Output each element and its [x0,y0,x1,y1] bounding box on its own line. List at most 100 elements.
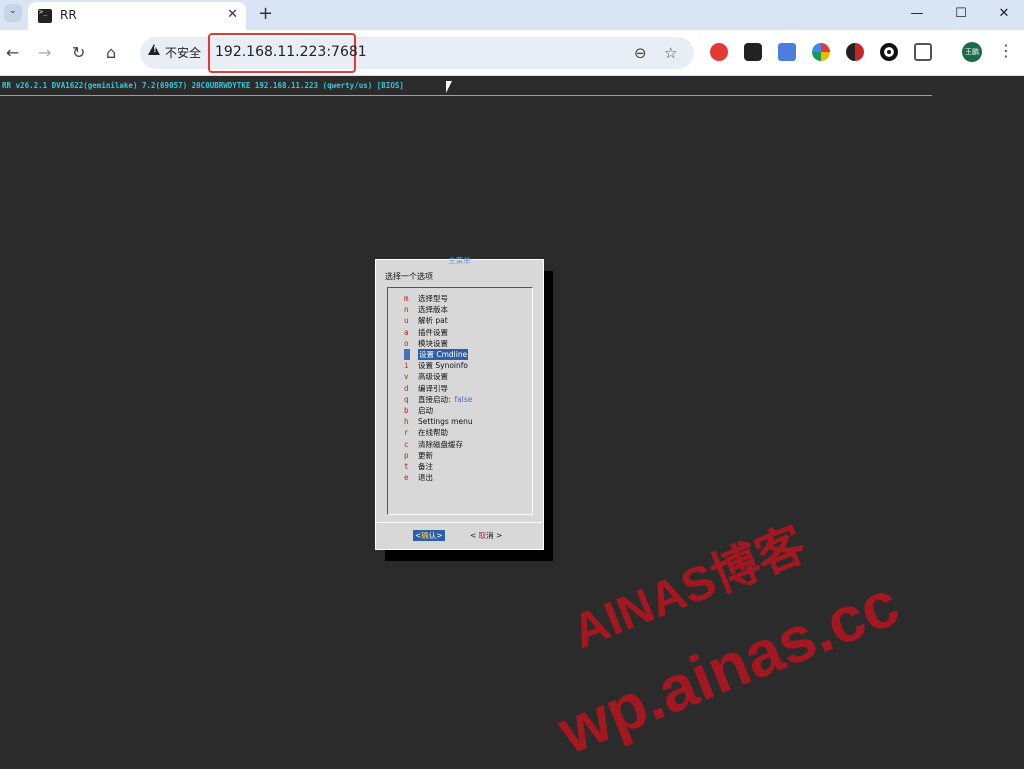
half-dark-extension-icon[interactable] [846,43,864,61]
menu-item[interactable]: b 启动 [388,405,532,416]
menu-item[interactable]: d 编译引导 [388,383,532,394]
warning-icon [148,44,160,55]
menu-item-label: Settings menu [418,416,473,427]
menu-item-label: 解析 pat [418,315,448,326]
ok-button[interactable]: <确认> [413,530,445,541]
tab-bar: ⌄ RR ✕ + — ☐ ✕ [0,0,1024,30]
browser-toolbar: ← → ↻ ⌂ 不安全 192.168.11.223:7681 ⊖ ☆ 王鹏 ⋮ [0,30,1024,76]
dialog-title: 主菜单 [448,256,471,265]
menu-item-label: 选择型号 [418,293,448,304]
minimize-button[interactable]: — [897,2,937,26]
colorful-extension-icon[interactable] [812,43,830,61]
dialog-prompt: 选择一个选项 [385,272,433,281]
menu-item-text: 备注 [418,462,433,471]
mouse-cursor-icon [446,81,452,93]
menu-item-text: 插件设置 [418,327,448,337]
menu-item[interactable]: m 选择型号 [388,293,532,304]
menu-item-label: 备注 [418,461,433,472]
translate-extension-icon[interactable] [778,43,796,61]
menu-item-label: 在线帮助 [418,427,448,438]
menu-item-label: 直接启动: false [418,394,472,405]
main-menu-dialog: 主菜单 选择一个选项 m 选择型号 n 选择版本 u 解析 pat a 插件设置 o 模块设置 x 设… [375,256,544,550]
menu-item-hotkey: c [404,439,409,449]
circle-extension-icon[interactable] [880,43,898,61]
menu-item[interactable]: u 解析 pat [388,315,532,326]
menu-item[interactable]: c 清除磁盘缓存 [388,439,532,450]
menu-item-hotkey: b [404,406,409,415]
menu-item-label: 高级设置 [418,371,448,382]
avatar[interactable]: 王鹏 [962,42,982,62]
menu-item-hotkey: n [404,305,409,315]
menu-item[interactable]: p 更新 [388,450,532,461]
menu-item-label: 模块设置 [418,338,448,349]
menu-item-label: 启动 [418,405,433,416]
url-text[interactable]: 192.168.11.223:7681 [215,44,367,60]
menu-item[interactable]: o 模块设置 [388,338,532,349]
menu-item-label: 设置 Cmdline [418,349,469,360]
menu-item[interactable]: n 选择版本 [388,304,532,315]
new-tab-button[interactable]: + [258,3,273,24]
menu-item-text: 高级设置 [418,372,448,382]
menu-item-hotkey: m [404,294,409,303]
terminal-favicon-icon [38,8,52,23]
reload-button[interactable]: ↻ [72,43,85,62]
menu-item-text: 在线帮助 [418,428,448,438]
dark-extension-icon[interactable] [744,43,762,61]
maximize-button[interactable]: ☐ [941,2,981,26]
menu-item-text: 设置 Synoinfo [418,361,468,371]
cancel-button[interactable]: < 取消 > [470,530,502,541]
ok-label: 认> [428,531,443,540]
menu-item[interactable]: i 设置 Synoinfo [388,360,532,371]
tab-title: RR [60,8,77,22]
menu-item-hotkey: e [404,473,409,483]
menu-item-label: 插件设置 [418,327,448,338]
chevron-down-icon: ⌄ [9,6,17,16]
zoom-icon[interactable]: ⊖ [634,44,647,62]
menu-item[interactable]: v 高级设置 [388,371,532,382]
menu-item-label: 设置 Synoinfo [418,360,468,371]
menu-item-hotkey: o [404,338,409,348]
menu-item-hotkey: h [404,417,409,427]
menu-item-value: false [454,394,473,404]
menu-item-label: 退出 [418,472,433,483]
menu-item-hotkey: u [404,316,409,326]
menu-item[interactable]: q 直接启动: false [388,394,532,405]
menu-item-text: 选择型号 [418,294,448,303]
menu-item-label: 编译引导 [418,383,448,394]
menu-item[interactable]: a 插件设置 [388,327,532,338]
menu-item[interactable]: x 设置 Cmdline [388,349,532,360]
red-extension-icon[interactable] [710,43,728,61]
menu-item[interactable]: e 退出 [388,472,532,483]
menu-item-text: 编译引导 [418,383,448,393]
menu-item-text: 设置 Cmdline [419,350,468,359]
menu-item-label: 更新 [418,450,433,461]
address-bar[interactable]: 不安全 192.168.11.223:7681 ⊖ ☆ [140,33,694,73]
menu-item-hotkey: r [404,428,409,438]
menu-item-text: 模块设置 [418,338,448,348]
browser-menu-icon[interactable]: ⋮ [998,41,1014,60]
menu-item-hotkey: t [404,462,409,471]
menu-item-hotkey: d [404,383,409,393]
close-window-button[interactable]: ✕ [984,2,1024,26]
menu-item-hotkey: x [404,349,410,360]
security-label: 不安全 [165,46,202,60]
menu-item[interactable]: h Settings menu [388,416,532,427]
menu-item[interactable]: t 备注 [388,461,532,472]
menu-item-hotkey: p [404,450,409,460]
puzzle-icon[interactable] [914,43,932,61]
forward-button[interactable]: → [38,43,51,62]
dialog-separator [377,522,542,523]
menu-item-text: 退出 [418,473,433,483]
menu-item-label: 清除磁盘缓存 [418,439,463,450]
back-button[interactable]: ← [6,43,19,62]
menu-item[interactable]: r 在线帮助 [388,427,532,438]
tab-close-icon[interactable]: ✕ [227,7,238,22]
menu-item-hotkey: q [404,394,409,404]
bookmark-star-icon[interactable]: ☆ [664,44,677,62]
menu-item-text: 更新 [418,450,433,460]
menu-item-label: 选择版本 [418,304,448,315]
browser-tab[interactable]: RR ✕ [28,2,246,30]
menu-item-text: 启动 [418,406,433,415]
home-button[interactable]: ⌂ [106,43,116,62]
tab-search-button[interactable]: ⌄ [4,4,22,22]
